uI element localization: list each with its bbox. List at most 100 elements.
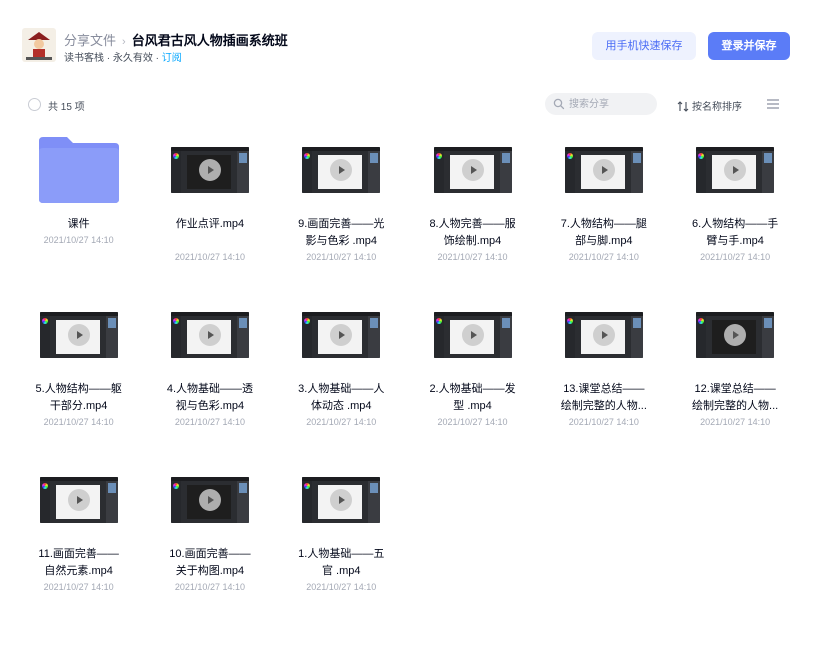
save-with-phone-button[interactable]: 用手机快速保存: [592, 32, 696, 60]
file-item[interactable]: 10.画面完善——关于构图.mp4 2021/10/27 14:10: [144, 458, 275, 623]
file-date: 2021/10/27 14:10: [43, 582, 114, 592]
sort-icon: [677, 101, 689, 112]
file-item[interactable]: 6.人物结构——手臂与手.mp4 2021/10/27 14:10: [669, 128, 800, 293]
thumbnail-ui-part: [501, 153, 510, 163]
file-name: 1.人物基础——五官 .mp4: [298, 548, 385, 577]
thumbnail-ui-part: [107, 318, 116, 328]
file-item[interactable]: 13.课堂总结——绘制完整的人物... 2021/10/27 14:10: [538, 293, 669, 458]
file-item[interactable]: 1.人物基础——五官 .mp4 2021/10/27 14:10: [276, 458, 407, 623]
file-name: 9.画面完善——光影与色彩 .mp4: [298, 218, 385, 247]
file-name: 11.画面完善——自然元素.mp4: [38, 548, 119, 577]
thumbnail-ui-part: [370, 318, 379, 328]
thumbnail-ui-part: [238, 318, 247, 328]
thumbnail-ui-part: [370, 153, 379, 163]
file-name: 8.人物完善——服饰绘制.mp4: [429, 218, 516, 247]
video-thumbnail: [170, 477, 249, 523]
play-icon: [67, 324, 90, 346]
subscribe-link[interactable]: 订阅: [162, 53, 182, 64]
video-thumbnail: [39, 312, 118, 358]
file-date: 2021/10/27 14:10: [174, 252, 245, 262]
file-date: 2021/10/27 14:10: [306, 582, 377, 592]
thumbnail-ui-part: [41, 483, 48, 489]
search-icon: [553, 98, 565, 110]
file-item[interactable]: 作业点评.mp4 2021/10/27 14:10: [144, 128, 275, 293]
item-count: 共 15 项: [48, 102, 85, 113]
video-thumbnail: [564, 312, 643, 358]
thumbnail-ui-part: [238, 483, 247, 493]
file-name: 5.人物结构——躯干部分.mp4: [35, 383, 122, 412]
file-date: 2021/10/27 14:10: [174, 417, 245, 427]
search-input[interactable]: [569, 96, 653, 112]
file-name: 4.人物基础——透视与色彩.mp4: [166, 383, 254, 412]
play-icon: [592, 159, 615, 181]
video-thumbnail: [696, 147, 775, 193]
file-date: 2021/10/27 14:10: [437, 252, 508, 262]
sort-label: 按名称排序: [692, 102, 742, 113]
file-item[interactable]: 12.课堂总结——绘制完整的人物... 2021/10/27 14:10: [669, 293, 800, 458]
file-date: 2021/10/27 14:10: [43, 417, 114, 427]
breadcrumb-separator: ›: [122, 36, 126, 48]
file-name: 2.人物基础——发型 .mp4: [429, 383, 516, 412]
search-box[interactable]: [545, 93, 657, 115]
play-icon: [198, 159, 221, 181]
folder-icon: [38, 137, 119, 203]
login-and-save-button[interactable]: 登录并保存: [708, 32, 790, 60]
video-thumbnail: [564, 147, 643, 193]
file-item[interactable]: 3.人物基础——人体动态 .mp4 2021/10/27 14:10: [276, 293, 407, 458]
breadcrumb-parent[interactable]: 分享文件: [64, 33, 116, 48]
file-date: 2021/10/27 14:10: [568, 417, 639, 427]
thumbnail-ui-part: [501, 318, 510, 328]
file-item[interactable]: 7.人物结构——腿部与脚.mp4 2021/10/27 14:10: [538, 128, 669, 293]
file-name: 12.课堂总结——绘制完整的人物...: [692, 383, 779, 412]
thumbnail-wrapper: [407, 293, 538, 373]
thumbnail-ui-part: [172, 153, 179, 159]
file-name: 13.课堂总结——绘制完整的人物...: [560, 383, 647, 412]
thumbnail-wrapper: [144, 128, 275, 208]
thumbnail-ui-part: [435, 318, 442, 324]
file-item[interactable]: 5.人物结构——躯干部分.mp4 2021/10/27 14:10: [13, 293, 144, 458]
play-icon: [592, 324, 615, 346]
thumbnail-ui-part: [41, 318, 48, 324]
file-item[interactable]: 2.人物基础——发型 .mp4 2021/10/27 14:10: [407, 293, 538, 458]
play-icon: [198, 324, 221, 346]
play-icon: [724, 324, 747, 346]
thumbnail-wrapper: [13, 458, 144, 538]
thumbnail-wrapper: [276, 128, 407, 208]
video-thumbnail: [696, 312, 775, 358]
share-header: 分享文件 › 台风君古风人物插画系统班 读书客栈 · 永久有效 · 订阅 用手机快速…: [0, 0, 833, 80]
thumbnail-ui-part: [370, 483, 379, 493]
thumbnail-ui-part: [172, 483, 179, 489]
file-item[interactable]: 8.人物完善——服饰绘制.mp4 2021/10/27 14:10: [407, 128, 538, 293]
video-thumbnail: [433, 147, 512, 193]
file-item[interactable]: 4.人物基础——透视与色彩.mp4 2021/10/27 14:10: [144, 293, 275, 458]
thumbnail-wrapper: [144, 293, 275, 373]
play-icon: [461, 324, 484, 346]
thumbnail-ui-part: [172, 318, 179, 324]
video-thumbnail: [302, 147, 381, 193]
thumbnail-ui-part: [764, 153, 773, 163]
list-view-icon[interactable]: [766, 98, 780, 110]
thumbnail-ui-part: [764, 318, 773, 328]
thumbnail-ui-part: [238, 153, 247, 163]
file-item[interactable]: 9.画面完善——光影与色彩 .mp4 2021/10/27 14:10: [276, 128, 407, 293]
sharer-avatar[interactable]: [22, 28, 56, 62]
file-date: 2021/10/27 14:10: [43, 235, 114, 245]
share-meta: 读书客栈 · 永久有效 ·: [64, 53, 162, 64]
file-item[interactable]: 11.画面完善——自然元素.mp4 2021/10/27 14:10: [13, 458, 144, 623]
file-date: 2021/10/27 14:10: [306, 417, 377, 427]
play-icon: [67, 489, 90, 511]
sort-button[interactable]: 按名称排序: [677, 98, 742, 113]
file-grid: 课件 2021/10/27 14:10 作业点评.mp4 2021/10/27 14:…: [13, 128, 813, 623]
thumbnail-ui-part: [632, 153, 641, 163]
thumbnail-wrapper: [144, 458, 275, 538]
video-thumbnail: [39, 477, 118, 523]
thumbnail-wrapper: [669, 128, 800, 208]
video-thumbnail: [302, 477, 381, 523]
thumbnail-wrapper: [13, 128, 144, 208]
folder-item[interactable]: 课件 2021/10/27 14:10: [13, 128, 144, 293]
file-date: 2021/10/27 14:10: [437, 417, 508, 427]
file-date: 2021/10/27 14:10: [174, 582, 245, 592]
file-date: 2021/10/27 14:10: [568, 252, 639, 262]
select-all-checkbox[interactable]: [28, 98, 41, 111]
video-thumbnail: [433, 312, 512, 358]
